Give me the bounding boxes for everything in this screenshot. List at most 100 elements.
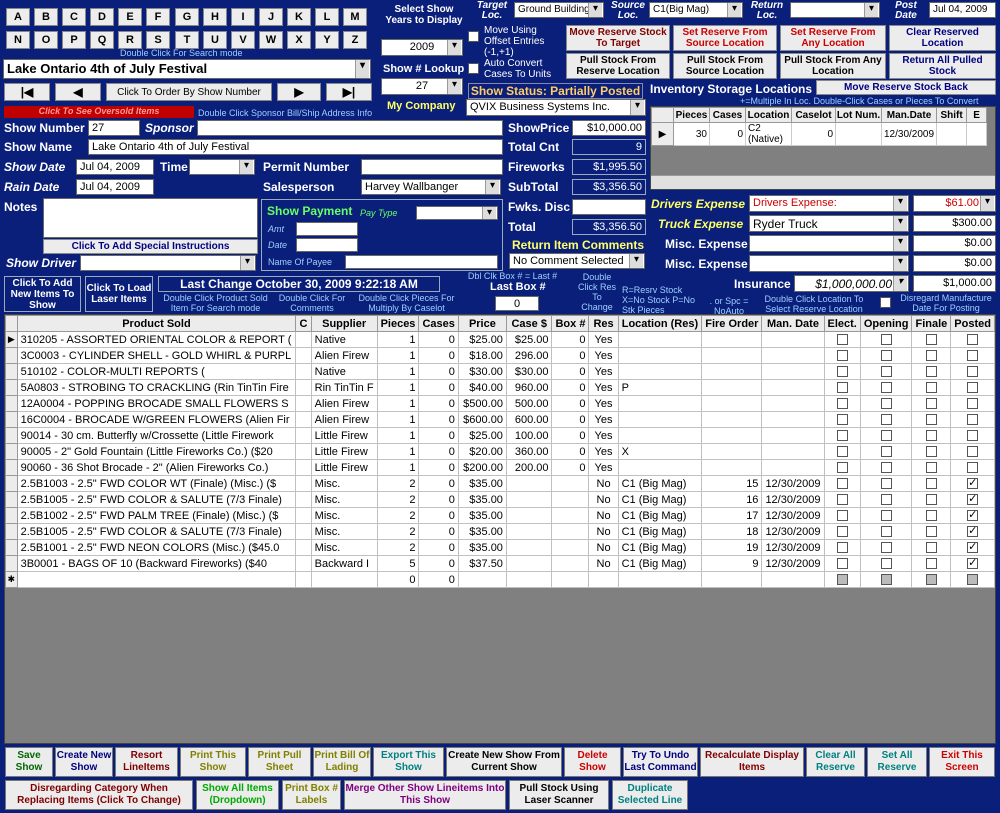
- letter-button-t[interactable]: T: [175, 31, 199, 49]
- grid-cell-m[interactable]: [761, 331, 825, 348]
- grid-cell-r[interactable]: No: [588, 539, 619, 556]
- row-selector[interactable]: [5, 411, 18, 428]
- grid-cell-r[interactable]: Yes: [588, 427, 619, 444]
- grid-new-row[interactable]: ✱ 0 0: [5, 571, 995, 588]
- letter-button-v[interactable]: V: [231, 31, 255, 49]
- grid-cell-pr[interactable]: $30.00: [457, 363, 507, 380]
- grid-cell-bx[interactable]: [551, 507, 590, 524]
- grid-cell-m[interactable]: [761, 347, 825, 364]
- grid-cell-bx[interactable]: 0: [551, 411, 590, 428]
- auto-convert-checkbox[interactable]: [468, 62, 479, 74]
- clear-reserved-button[interactable]: Clear Reserved Location: [889, 25, 996, 51]
- grid-check-e[interactable]: [823, 363, 861, 380]
- grid-row[interactable]: 3B0001 - BAGS OF 10 (Backward Fireworks)…: [5, 555, 995, 572]
- letter-button-u[interactable]: U: [203, 31, 227, 49]
- row-selector[interactable]: [5, 491, 18, 508]
- grid-cell-pr[interactable]: $35.00: [457, 491, 507, 508]
- grid-cell-m[interactable]: 12/30/2009: [761, 523, 825, 540]
- grid-check-o[interactable]: [859, 347, 913, 364]
- grid-check-o[interactable]: [859, 331, 913, 348]
- grid-check-o[interactable]: [859, 555, 913, 572]
- grid-cell-bx[interactable]: 0: [551, 347, 590, 364]
- grid-cell-f[interactable]: [701, 443, 763, 460]
- show-number-field[interactable]: 27: [88, 120, 140, 136]
- payee-field[interactable]: [345, 255, 498, 269]
- grid-new-cell[interactable]: [310, 571, 378, 588]
- grid-cell-cs[interactable]: 0: [418, 411, 459, 428]
- letter-button-o[interactable]: O: [34, 31, 58, 49]
- grid-cell-f[interactable]: 19: [701, 539, 763, 556]
- letter-button-b[interactable]: B: [34, 8, 58, 26]
- grid-check-fi[interactable]: [911, 507, 952, 524]
- grid-cell-pr[interactable]: $35.00: [457, 507, 507, 524]
- grid-cell-pr[interactable]: $35.00: [457, 523, 507, 540]
- bottom-button-duplicate-selected-line[interactable]: Duplicate Selected Line: [612, 780, 688, 810]
- last-record-button[interactable]: ▶|: [326, 83, 372, 101]
- next-record-button[interactable]: ▶: [277, 83, 321, 101]
- grid-cell-cd[interactable]: [505, 523, 553, 540]
- grid-cell-r[interactable]: Yes: [588, 379, 619, 396]
- grid-cell-c[interactable]: [295, 395, 312, 412]
- grid-cell-r[interactable]: No: [588, 491, 619, 508]
- bottom-button-save-show[interactable]: Save Show: [5, 747, 53, 777]
- grid-cell-f[interactable]: [701, 411, 763, 428]
- grid-cell-cd[interactable]: [505, 475, 553, 492]
- grid-check-e[interactable]: [823, 427, 861, 444]
- inv-cell[interactable]: 0: [709, 122, 746, 146]
- grid-cell-bx[interactable]: 0: [551, 363, 590, 380]
- grid-cell-s[interactable]: Alien Firew: [310, 395, 378, 412]
- grid-cell-s[interactable]: Native: [310, 331, 378, 348]
- grid-check-o[interactable]: [859, 539, 913, 556]
- grid-cell-l[interactable]: C1 (Big Mag): [617, 475, 703, 492]
- grid-check-po[interactable]: [950, 347, 995, 364]
- grid-check-e[interactable]: [823, 347, 861, 364]
- grid-cell-r[interactable]: Yes: [588, 443, 619, 460]
- grid-cell-f[interactable]: 16: [701, 491, 763, 508]
- inv-cell[interactable]: 30: [673, 122, 710, 146]
- grid-cell-cd[interactable]: 960.00: [505, 379, 553, 396]
- grid-cell-m[interactable]: 12/30/2009: [761, 507, 825, 524]
- grid-cell-pr[interactable]: $200.00: [457, 459, 507, 476]
- bottom-button-pull-stock-using-laser-scanner[interactable]: Pull Stock Using Laser Scanner: [509, 780, 609, 810]
- grid-cell-pc[interactable]: 2: [376, 491, 420, 508]
- letter-button-r[interactable]: R: [118, 31, 142, 49]
- grid-cell-pc[interactable]: 1: [376, 331, 420, 348]
- grid-cell-pc[interactable]: 5: [376, 555, 420, 572]
- bottom-button-try-to-undo-last-command[interactable]: Try To Undo Last Command: [623, 747, 698, 777]
- grid-cell-s[interactable]: Alien Firew: [310, 347, 378, 364]
- lookup-select[interactable]: 27: [381, 78, 463, 95]
- first-record-button[interactable]: |◀: [4, 83, 50, 101]
- grid-row[interactable]: 12A0004 - POPPING BROCADE SMALL FLOWERS …: [5, 395, 995, 412]
- grid-check-e[interactable]: [823, 475, 861, 492]
- grid-row[interactable]: ▶ 310205 - ASSORTED ORIENTAL COLOR & REPO…: [5, 331, 995, 348]
- grid-cell-r[interactable]: Yes: [588, 411, 619, 428]
- letter-button-p[interactable]: P: [62, 31, 86, 49]
- grid-row[interactable]: 5A0803 - STROBING TO CRACKLING (Rin TinT…: [5, 379, 995, 396]
- grid-check-e[interactable]: [823, 443, 861, 460]
- bottom-button-export-this-show[interactable]: Export This Show: [373, 747, 444, 777]
- grid-cell-pc[interactable]: 1: [376, 347, 420, 364]
- return-comments-select[interactable]: No Comment Selected: [509, 253, 645, 269]
- grid-cell-pr[interactable]: $35.00: [457, 475, 507, 492]
- letter-button-x[interactable]: X: [287, 31, 311, 49]
- grid-cell-m[interactable]: [761, 443, 825, 460]
- set-reserve-source-button[interactable]: Set Reserve From Source Location: [673, 25, 777, 51]
- grid-new-check[interactable]: [950, 571, 995, 588]
- grid-row[interactable]: 16C0004 - BROCADE W/GREEN FLOWERS (Alien…: [5, 411, 995, 428]
- letter-button-d[interactable]: D: [90, 8, 114, 26]
- grid-cell-cd[interactable]: 600.00: [505, 411, 553, 428]
- grid-cell-r[interactable]: No: [588, 523, 619, 540]
- grid-cell-l[interactable]: X: [617, 443, 703, 460]
- grid-row[interactable]: 90014 - 30 cm. Butterfly w/Crossette (Li…: [5, 427, 995, 444]
- grid-check-fi[interactable]: [911, 395, 952, 412]
- grid-new-cell[interactable]: [457, 571, 507, 588]
- company-select[interactable]: QVIX Business Systems Inc.: [466, 99, 646, 116]
- grid-cell-f[interactable]: [701, 427, 763, 444]
- grid-cell-pr[interactable]: $40.00: [457, 379, 507, 396]
- row-selector[interactable]: [5, 395, 18, 412]
- grid-cell-bx[interactable]: 0: [551, 379, 590, 396]
- grid-cell-bx[interactable]: 0: [551, 395, 590, 412]
- grid-cell-p[interactable]: 2.5B1005 - 2.5" FWD COLOR & SALUTE (7/3 …: [16, 491, 297, 508]
- grid-check-fi[interactable]: [911, 347, 952, 364]
- grid-cell-p[interactable]: 310205 - ASSORTED ORIENTAL COLOR & REPOR…: [16, 331, 297, 348]
